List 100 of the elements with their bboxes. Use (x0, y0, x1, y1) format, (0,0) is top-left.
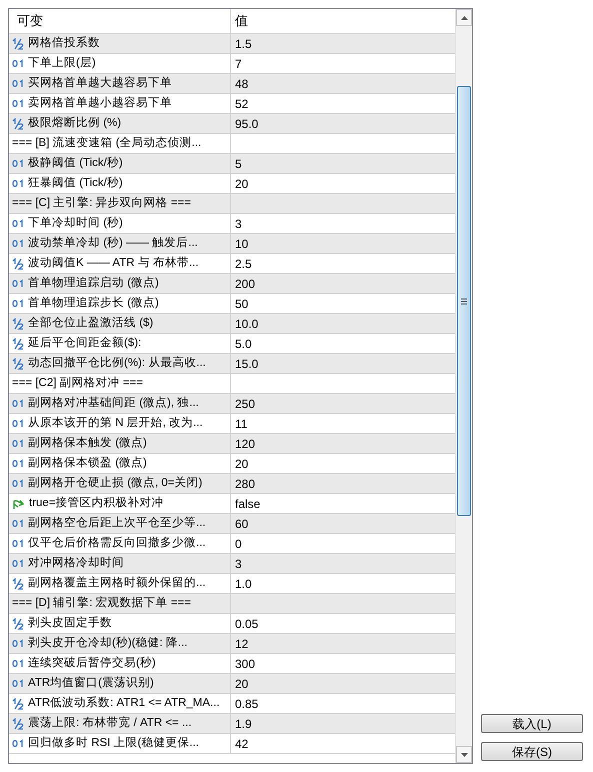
parameter-name-cell[interactable]: 对冲网格冷却时间 (9, 554, 231, 573)
parameter-name-cell[interactable]: true=接管区内积极补对冲 (9, 494, 231, 513)
parameter-value-cell[interactable]: 20 (231, 674, 455, 693)
parameter-name: 连续突破后暂停交易(秒) (28, 655, 156, 671)
fraction-icon (12, 258, 24, 270)
parameter-value-cell[interactable]: 200 (231, 274, 455, 293)
parameter-name-cell[interactable]: 全部仓位止盈激活线 ($) (9, 314, 231, 333)
parameter-value-cell[interactable]: 0 (231, 534, 455, 553)
parameter-value: 42 (235, 736, 248, 752)
parameter-value-cell[interactable]: 48 (231, 74, 455, 93)
dialog-button[interactable]: 载入(L) (481, 714, 583, 733)
parameter-name-cell[interactable]: 延后平仓间距金额($): (9, 334, 231, 353)
parameter-value-cell[interactable]: 0.85 (231, 694, 455, 713)
parameter-value-cell[interactable]: 1.9 (231, 714, 455, 733)
scrollbar[interactable] (455, 9, 472, 763)
parameter-value-cell[interactable]: 1.5 (231, 34, 455, 53)
parameter-value-cell[interactable]: 7 (231, 54, 455, 73)
parameter-value-cell[interactable]: 280 (231, 474, 455, 493)
parameter-name-cell[interactable]: 卖网格首单越小越容易下单 (9, 94, 231, 113)
parameter-value: 52 (235, 96, 248, 112)
parameter-name-cell[interactable]: 从原本该开的第 N 层开始, 改为... (9, 414, 231, 433)
parameter-name-cell[interactable]: 副网格保本触发 (微点) (9, 434, 231, 453)
parameter-name-cell[interactable]: 首单物理追踪启动 (微点) (9, 274, 231, 293)
fraction-icon (12, 698, 24, 710)
parameter-name-cell[interactable]: 仅平仓后价格需反向回撤多少微... (9, 534, 231, 553)
parameter-value-cell[interactable]: 250 (231, 394, 455, 413)
parameter-value-cell[interactable]: 5 (231, 154, 455, 173)
parameter-name-cell[interactable]: 剥头皮固定手数 (9, 614, 231, 633)
parameter-value-cell[interactable]: 60 (231, 514, 455, 533)
parameter-name: 波动禁单冷却 (秒) —— 触发后... (28, 236, 198, 251)
parameter-value-cell[interactable]: 10.0 (231, 314, 455, 333)
integer-icon (12, 459, 24, 468)
parameter-value-cell[interactable]: 15.0 (231, 354, 455, 373)
parameter-name-cell[interactable]: 动态回撤平仓比例(%): 从最高收... (9, 354, 231, 373)
parameter-value-cell[interactable]: 20 (231, 454, 455, 473)
parameter-value: 0.85 (235, 696, 258, 712)
parameter-value: 20 (235, 456, 248, 472)
parameter-value-cell[interactable]: 52 (231, 94, 455, 113)
parameter-name-cell[interactable]: ATR低波动系数: ATR1 <= ATR_MA... (9, 694, 231, 713)
parameter-value-cell[interactable]: 42 (231, 734, 455, 753)
parameter-value-cell[interactable]: 3 (231, 214, 455, 233)
parameter-name-cell[interactable]: 副网格覆盖主网格时额外保留的... (9, 574, 231, 593)
integer-icon (12, 659, 24, 668)
parameter-name-cell[interactable]: 剥头皮开仓冷却(秒)(稳健: 降... (9, 634, 231, 653)
parameter-name-cell[interactable]: 买网格首单越大越容易下单 (9, 74, 231, 93)
parameter-value-cell[interactable]: 5.0 (231, 334, 455, 353)
parameter-name: 延后平仓间距金额($): (28, 336, 142, 351)
parameter-name-cell[interactable]: === [C2] 副网格对冲 === (9, 374, 231, 393)
parameter-name-cell[interactable]: 副网格保本锁盈 (微点) (9, 454, 231, 473)
scroll-down-button[interactable] (456, 746, 472, 763)
parameter-name-cell[interactable]: 极限熔断比例 (%) (9, 114, 231, 133)
parameter-name-cell[interactable]: === [B] 流速变速箱 (全局动态侦测... (9, 134, 231, 153)
integer-icon (12, 519, 24, 528)
parameter-name-cell[interactable]: ATR均值窗口(震荡识别) (9, 674, 231, 693)
parameter-value-cell[interactable]: 120 (231, 434, 455, 453)
parameter-value-cell[interactable]: 1.0 (231, 574, 455, 593)
up-arrow-icon (460, 16, 468, 20)
column-header[interactable]: 可变 (9, 9, 231, 33)
parameter-value-cell[interactable]: 3 (231, 554, 455, 573)
column-header[interactable]: 值 (231, 9, 455, 33)
parameter-name-cell[interactable]: 连续突破后暂停交易(秒) (9, 654, 231, 673)
parameter-value-cell[interactable]: 12 (231, 634, 455, 653)
parameter-value-cell[interactable]: 10 (231, 234, 455, 253)
parameter-name-cell[interactable]: 震荡上限: 布林带宽 / ATR <= ... (9, 714, 231, 733)
parameter-name: 副网格覆盖主网格时额外保留的... (28, 575, 206, 591)
parameter-value-cell[interactable]: 20 (231, 174, 455, 193)
parameter-name-cell[interactable]: 副网格开仓硬止损 (微点, 0=关闭) (9, 474, 231, 493)
parameter-name-cell[interactable]: 副网格空仓后距上次平仓至少等... (9, 514, 231, 533)
parameter-value-cell[interactable]: 2.5 (231, 254, 455, 273)
parameter-name: === [D] 辅引擎: 宏观数据下单 === (12, 595, 191, 611)
parameter-name-cell[interactable]: 下单上限(层) (9, 54, 231, 73)
parameter-name: 买网格首单越大越容易下单 (28, 75, 172, 91)
dialog-button[interactable]: 保存(S) (481, 742, 583, 761)
parameter-name-cell[interactable]: 狂暴阈值 (Tick/秒) (9, 174, 231, 193)
parameter-value-cell[interactable]: 11 (231, 414, 455, 433)
parameter-value: 1.5 (235, 36, 252, 52)
integer-icon (12, 639, 24, 648)
parameter-name-cell[interactable]: 回归做多时 RSI 上限(稳健更保... (9, 734, 231, 753)
parameter-name: === [B] 流速变速箱 (全局动态侦测... (12, 135, 202, 151)
parameter-value-cell[interactable]: 50 (231, 294, 455, 313)
parameter-name: 回归做多时 RSI 上限(稳健更保... (28, 736, 199, 751)
branch-arrow-icon (12, 498, 25, 510)
parameter-name: === [C2] 副网格对冲 === (12, 376, 143, 391)
parameter-value-cell[interactable]: 300 (231, 654, 455, 673)
parameter-name: ATR低波动系数: ATR1 <= ATR_MA... (28, 695, 220, 711)
parameter-name-cell[interactable]: 下单冷却时间 (秒) (9, 214, 231, 233)
parameter-name-cell[interactable]: 首单物理追踪步长 (微点) (9, 294, 231, 313)
parameter-name-cell[interactable]: 波动禁单冷却 (秒) —— 触发后... (9, 234, 231, 253)
parameter-name-cell[interactable]: 波动阈值K —— ATR 与 布林带... (9, 254, 231, 273)
parameter-value-cell[interactable]: 0.05 (231, 614, 455, 633)
parameter-value-cell[interactable]: false (231, 494, 455, 513)
parameter-name-cell[interactable]: 极静阈值 (Tick/秒) (9, 154, 231, 173)
parameter-name: 全部仓位止盈激活线 ($) (28, 315, 154, 331)
scroll-up-button[interactable] (456, 9, 472, 26)
integer-icon (12, 179, 24, 188)
parameter-value-cell[interactable]: 95.0 (231, 114, 455, 133)
parameter-value: 20 (235, 676, 248, 692)
parameter-name-cell[interactable]: 网格倍投系数 (9, 34, 231, 53)
scroll-thumb[interactable] (457, 86, 471, 516)
parameter-name-cell[interactable]: 副网格对冲基础间距 (微点), 独... (9, 394, 231, 413)
